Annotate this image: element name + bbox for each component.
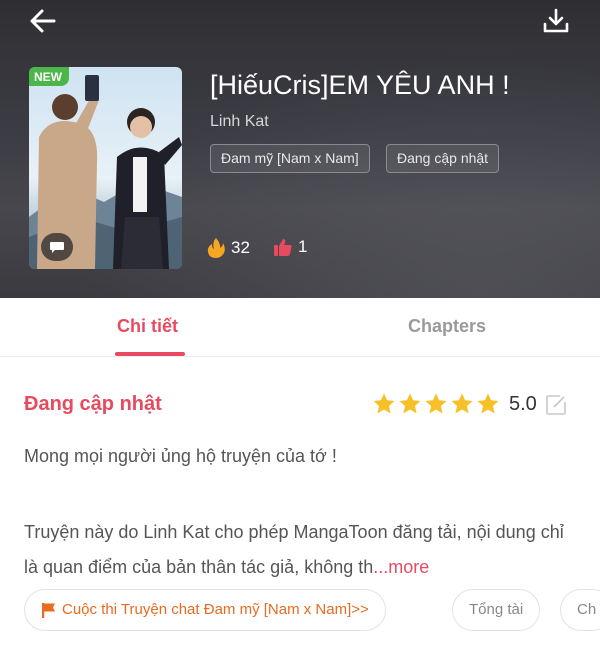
status-tag[interactable]: Đang cập nhật xyxy=(386,144,500,173)
description-text: Truyện này do Linh Kat cho phép MangaToo… xyxy=(24,515,574,585)
book-detail-page: NEW [HiếuCris]EM YÊU ANH ! Linh Kat Đam … xyxy=(0,0,600,649)
star-icon xyxy=(399,393,421,414)
download-icon[interactable] xyxy=(541,6,571,36)
book-author[interactable]: Linh Kat xyxy=(210,113,269,131)
genre-tag[interactable]: Đam mỹ [Nam x Nam] xyxy=(210,144,370,173)
star-icon xyxy=(425,393,447,414)
contest-chip[interactable]: Cuộc thi Truyện chat Đam mỹ [Nam x Nam]>… xyxy=(24,589,386,631)
star-icon xyxy=(373,393,395,414)
rating-value: 5.0 xyxy=(509,393,537,415)
like-count: 1 xyxy=(298,237,308,256)
description-line: Mong mọi người ủng hộ truyện của tớ ! xyxy=(24,446,337,466)
book-title: [HiếuCris]EM YÊU ANH ! xyxy=(210,70,510,100)
star-icon xyxy=(477,393,499,414)
hot-count: 32 xyxy=(231,238,250,257)
book-cover[interactable]: NEW xyxy=(29,67,182,269)
flag-icon xyxy=(42,602,55,618)
tab-bar: Chi tiết Chapters xyxy=(0,298,600,357)
thumbs-up-icon xyxy=(274,239,292,256)
description-body: Truyện này do Linh Kat cho phép MangaToo… xyxy=(24,522,564,577)
update-status: Đang cập nhật xyxy=(24,393,162,415)
tab-details[interactable]: Chi tiết xyxy=(117,316,178,337)
tab-chapters[interactable]: Chapters xyxy=(408,316,486,337)
new-badge: NEW xyxy=(29,67,69,86)
back-arrow-icon[interactable] xyxy=(28,6,58,36)
more-link[interactable]: ...more xyxy=(373,557,429,577)
book-header: NEW [HiếuCris]EM YÊU ANH ! Linh Kat Đam … xyxy=(0,0,600,298)
tag-chip-president[interactable]: Tổng tài xyxy=(452,589,541,631)
chat-bubble-icon[interactable] xyxy=(41,233,73,261)
active-tab-indicator xyxy=(115,352,185,356)
fire-icon xyxy=(207,238,225,258)
like-stat: 1 xyxy=(273,237,307,257)
tag-chip-partial[interactable]: Ch xyxy=(560,589,600,631)
edit-icon[interactable] xyxy=(545,394,567,416)
star-icon xyxy=(451,393,473,414)
contest-chip-label: Cuộc thi Truyện chat Đam mỹ [Nam x Nam]>… xyxy=(62,601,369,618)
rating-stars[interactable] xyxy=(372,392,500,416)
hot-stat: 32 xyxy=(206,237,250,259)
